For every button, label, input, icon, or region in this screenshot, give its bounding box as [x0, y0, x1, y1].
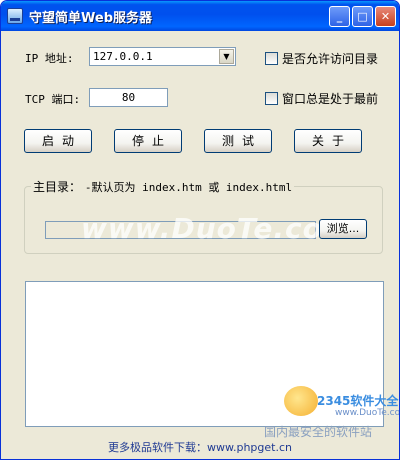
- watermark-logo-url: www.DuoTe.com: [335, 408, 400, 418]
- minimize-button[interactable]: _: [329, 6, 350, 27]
- title-bar[interactable]: 守望简单Web服务器 _ □ ✕: [1, 1, 399, 31]
- always-top-checkbox[interactable]: [265, 92, 278, 105]
- stop-button[interactable]: 停止: [114, 129, 182, 153]
- always-top-label: 窗口总是处于最前: [282, 92, 379, 106]
- footer-link[interactable]: 更多极品软件下载：www.phpget.cn: [1, 439, 399, 455]
- watermark-logo-text: 2345软件大全: [317, 394, 399, 408]
- ip-address-select[interactable]: 127.0.0.1 ▼: [89, 47, 236, 66]
- watermark-duote: www.DuoTe.com: [81, 212, 353, 245]
- allow-dir-label: 是否允许访问目录: [282, 52, 379, 66]
- ip-address-value: 127.0.0.1: [93, 50, 153, 63]
- allow-dir-checkbox[interactable]: [265, 52, 278, 65]
- test-button[interactable]: 测试: [204, 129, 272, 153]
- port-label: TCP 端口:: [25, 93, 81, 106]
- start-button[interactable]: 启动: [24, 129, 92, 153]
- app-window: 守望简单Web服务器 _ □ ✕ IP 地址: 127.0.0.1 ▼ 是否允许…: [0, 0, 400, 460]
- chevron-down-icon[interactable]: ▼: [219, 49, 234, 64]
- maximize-button[interactable]: □: [352, 6, 373, 27]
- about-button[interactable]: 关于: [294, 129, 362, 153]
- close-button[interactable]: ✕: [375, 6, 396, 27]
- home-dir-title-prefix: 主目录：: [33, 180, 82, 194]
- app-icon[interactable]: [7, 8, 23, 24]
- watermark-slogan: 国内最安全的软件站: [264, 425, 373, 439]
- ip-label: IP 地址:: [25, 52, 74, 65]
- port-input[interactable]: 80: [89, 88, 168, 107]
- home-dir-title: 主目录： -默认页为 index.htm 或 index.html: [31, 178, 295, 195]
- browse-button[interactable]: 浏览...: [319, 219, 367, 239]
- home-dir-hint: -默认页为 index.htm 或 index.html: [84, 181, 293, 194]
- watermark-logo-icon: [284, 386, 318, 416]
- window-title: 守望简单Web服务器: [29, 11, 152, 26]
